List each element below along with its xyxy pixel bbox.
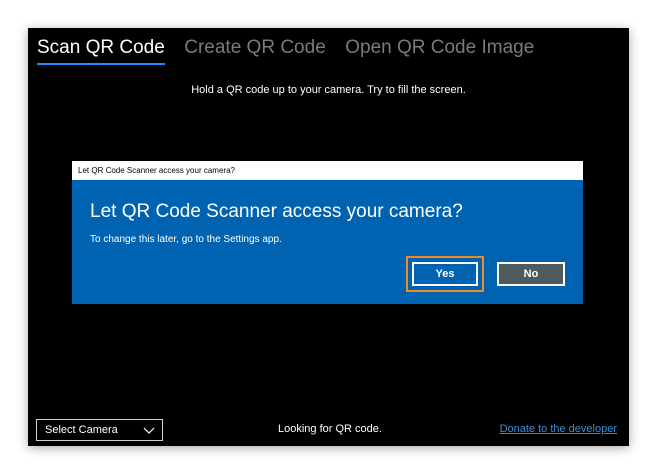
dialog-titlebar: Let QR Code Scanner access your camera?: [72, 161, 583, 180]
camera-select-label: Select Camera: [45, 424, 118, 436]
dialog-message: To change this later, go to the Settings…: [90, 234, 282, 245]
app-window: Scan QR Code Create QR Code Open QR Code…: [28, 28, 629, 446]
tab-create-qr-code[interactable]: Create QR Code: [184, 37, 326, 65]
tab-bar: Scan QR Code Create QR Code Open QR Code…: [37, 37, 549, 71]
dialog-heading: Let QR Code Scanner access your camera?: [90, 201, 463, 222]
tab-open-qr-code-image[interactable]: Open QR Code Image: [345, 37, 534, 65]
no-button[interactable]: No: [497, 262, 565, 286]
tab-scan-qr-code[interactable]: Scan QR Code: [37, 37, 165, 65]
scan-instruction: Hold a QR code up to your camera. Try to…: [191, 84, 466, 96]
yes-button-label: Yes: [412, 262, 478, 286]
yes-button[interactable]: Yes: [406, 256, 484, 292]
chevron-down-icon: [143, 427, 155, 434]
camera-permission-dialog: Let QR Code Scanner access your camera? …: [72, 161, 583, 304]
donate-link[interactable]: Donate to the developer: [500, 423, 617, 435]
scan-status: Looking for QR code.: [278, 423, 382, 435]
camera-select-dropdown[interactable]: Select Camera: [36, 419, 163, 441]
